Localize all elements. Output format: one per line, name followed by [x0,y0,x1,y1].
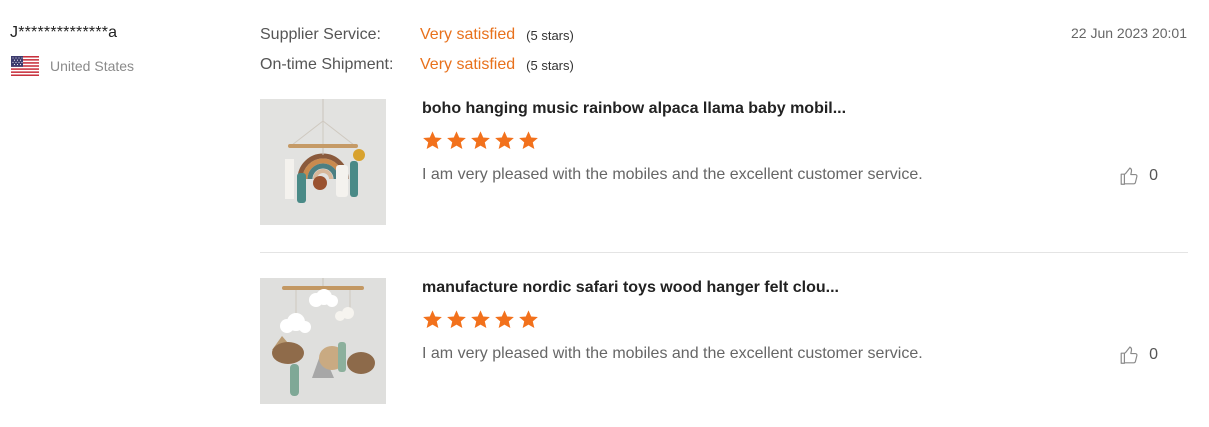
product-review: manufacture nordic safari toys wood hang… [260,278,1188,404]
country-name: United States [50,58,135,74]
star-icon [471,131,490,149]
us-flag-icon [11,56,39,76]
product-star-rating [422,309,539,330]
like-button[interactable]: 0 [1118,165,1158,187]
product-title-link[interactable]: boho hanging music rainbow alpaca llama … [422,100,846,118]
reviewer-country: United States [11,56,134,76]
star-icon [423,131,442,149]
product-title-link[interactable]: manufacture nordic safari toys wood hang… [422,279,839,297]
thumbs-up-icon [1120,167,1138,185]
rating-label: Supplier Service: [260,26,381,43]
rating-stars-text: (5 stars) [526,27,574,43]
thumbs-up-icon [1120,346,1138,364]
review-date: 22 Jun 2023 20:01 [1071,25,1187,41]
review-comment: I am very pleased with the mobiles and t… [422,166,923,183]
product-image[interactable] [260,278,386,404]
review-divider [260,252,1188,253]
rating-value: Very satisfied [420,56,516,73]
star-icon [519,131,538,149]
like-button[interactable]: 0 [1118,344,1158,366]
star-icon [495,131,514,149]
star-icon [423,310,442,328]
product-review: boho hanging music rainbow alpaca llama … [260,99,1188,225]
star-icon [519,310,538,328]
review-comment: I am very pleased with the mobiles and t… [422,345,923,362]
like-count: 0 [1149,346,1158,363]
supplier-service-rating: Supplier Service: Very satisfied (5 star… [260,24,574,46]
product-image[interactable] [260,99,386,225]
star-icon [447,131,466,149]
rating-stars-text: (5 stars) [526,57,574,73]
product-star-rating [422,130,539,151]
like-count: 0 [1149,167,1158,184]
star-icon [471,310,490,328]
star-icon [447,310,466,328]
star-icon [495,310,514,328]
on-time-shipment-rating: On-time Shipment: Very satisfied (5 star… [260,54,574,76]
rating-value: Very satisfied [420,26,516,43]
rating-label: On-time Shipment: [260,56,394,73]
reviewer-name: J**************a [10,24,118,41]
